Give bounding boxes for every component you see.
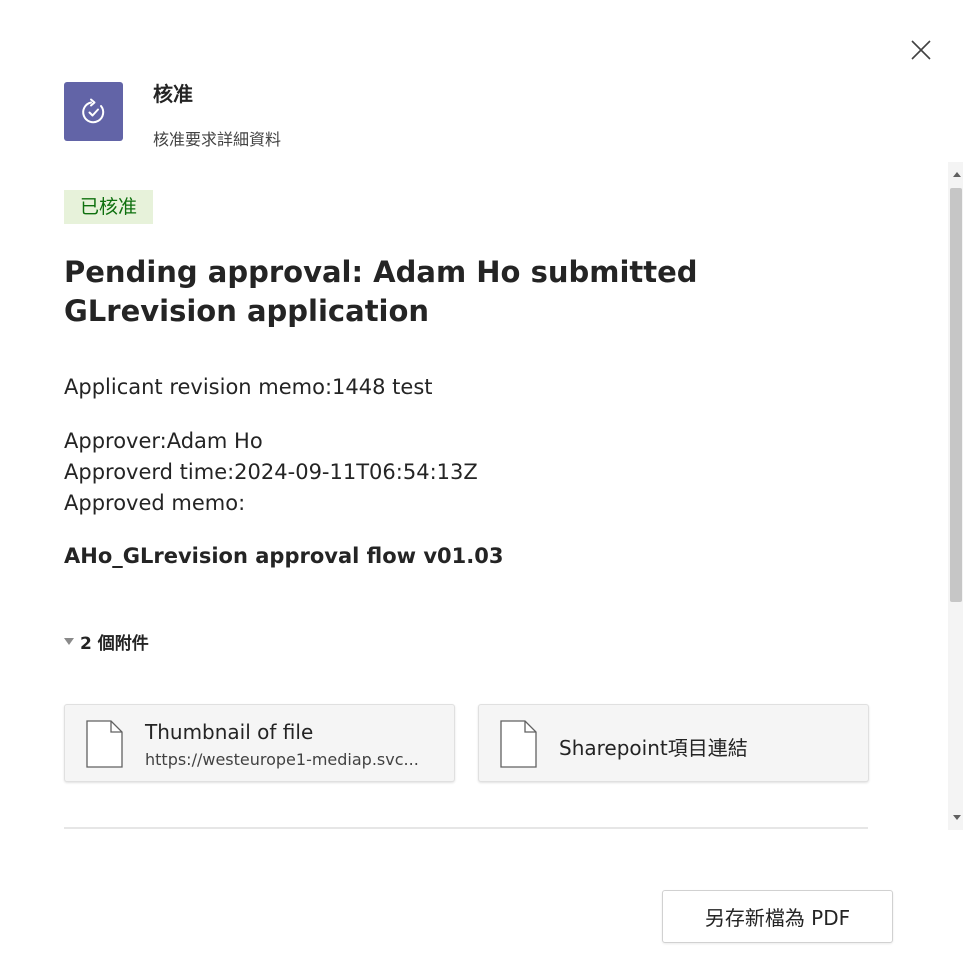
attachments-toggle[interactable]: 2 個附件: [64, 629, 149, 654]
attachment-name: Sharepoint項目連結: [559, 736, 748, 760]
scrollbar[interactable]: [948, 162, 963, 830]
divider: [64, 827, 868, 829]
attachments-toggle-label: 2 個附件: [80, 634, 149, 654]
approval-check-icon: [81, 98, 104, 123]
approved-time-line: Approverd time:2024-09-11T06:54:13Z: [64, 460, 478, 484]
applicant-memo: Applicant revision memo:1448 test: [64, 375, 433, 399]
attachment-url: https://westeurope1-mediap.svc...: [145, 750, 419, 769]
close-icon: [911, 40, 931, 60]
attachment-name: Thumbnail of file: [145, 720, 314, 744]
save-as-pdf-button[interactable]: 另存新檔為 PDF: [662, 890, 893, 943]
request-title: Pending approval: Adam Ho submitted GLre…: [64, 255, 698, 328]
scroll-down-arrow[interactable]: [953, 815, 961, 820]
scroll-up-arrow[interactable]: [953, 172, 961, 177]
caret-down-icon: [64, 638, 74, 645]
close-button[interactable]: [907, 36, 935, 64]
app-subtitle: 核准要求詳細資料: [153, 130, 282, 149]
flow-name: AHo_GLrevision approval flow v01.03: [64, 544, 504, 568]
approver-line: Approver:Adam Ho: [64, 429, 263, 453]
document-icon: [86, 720, 123, 768]
attachment-card-thumbnail[interactable]: Thumbnail of file https://westeurope1-me…: [64, 704, 455, 782]
approved-memo-line: Approved memo:: [64, 491, 246, 515]
scrollbar-thumb[interactable]: [950, 188, 962, 602]
document-icon: [500, 720, 537, 768]
app-icon: [64, 82, 123, 141]
attachment-card-sharepoint[interactable]: Sharepoint項目連結: [478, 704, 869, 782]
app-title: 核准: [153, 82, 193, 106]
status-badge: 已核准: [64, 190, 154, 224]
